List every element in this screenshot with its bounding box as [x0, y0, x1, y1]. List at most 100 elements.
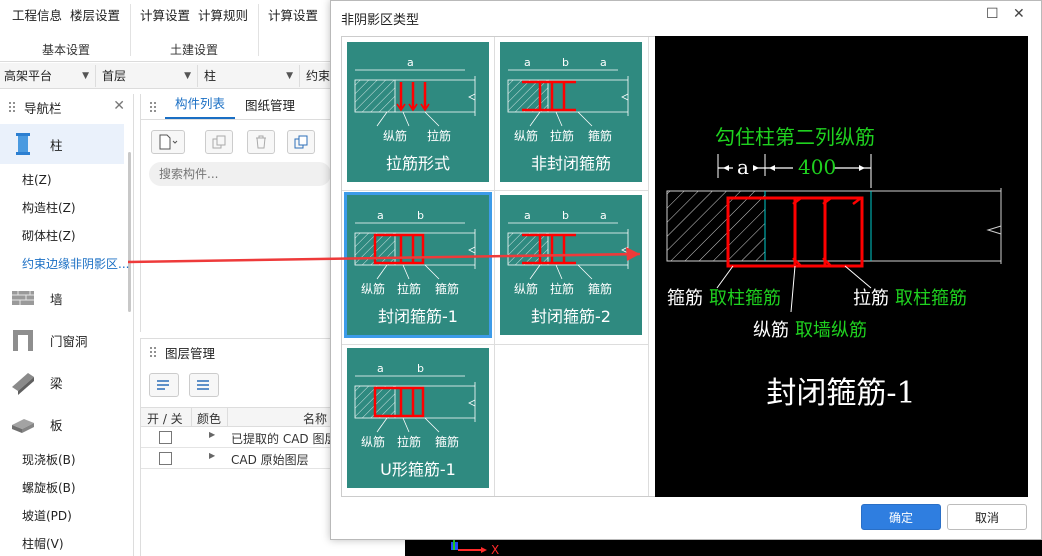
- nav-category-wall[interactable]: 墙: [0, 278, 124, 318]
- layer-header: 图层管理: [141, 339, 330, 365]
- rebar-tag-label: 纵筋: [361, 434, 385, 449]
- col-onoff: 开 / 关: [147, 412, 183, 426]
- subcategory-value: 约束: [306, 69, 331, 83]
- dim-label: b: [417, 362, 424, 375]
- non-shadow-type-dialog: 非阴影区类型 ☐ ✕ a 纵筋 拉筋 拉筋形式 a b a 纵筋 拉筋 箍筋 非封闭箍筋 a b 纵筋 拉筋…: [330, 0, 1042, 540]
- tab-component-list[interactable]: 构件列表: [165, 93, 236, 119]
- chevron-down-icon: ▼: [82, 71, 89, 81]
- nav-category-slab[interactable]: 板: [0, 404, 124, 444]
- trash-icon: [256, 135, 266, 149]
- duplicate-icon: [294, 135, 308, 149]
- nav-category-label: 板: [50, 417, 63, 433]
- rebar-tag-label: 箍筋: [435, 434, 459, 449]
- expand-icon[interactable]: ▶: [209, 451, 215, 460]
- type-card[interactable]: a b 纵筋 拉筋 箍筋 封闭箍筋-1: [344, 192, 492, 338]
- type-card-label: 非封闭箍筋: [530, 154, 611, 173]
- preview-pane: 勾住柱第二列纵筋 a 400 箍筋 取柱箍筋 拉筋 取柱箍筋 纵筋 取墙纵筋 封…: [655, 36, 1028, 497]
- nav-item-cast-slab[interactable]: 现浇板(B): [22, 451, 76, 468]
- nav-category-door-window[interactable]: 门窗洞: [0, 320, 124, 360]
- delete-component-button[interactable]: [247, 130, 275, 154]
- layer-toggle-checkbox[interactable]: [159, 452, 172, 465]
- ribbon-floor-settings[interactable]: 楼层设置: [70, 5, 120, 24]
- type-card[interactable]: a b a 纵筋 拉筋 箍筋 非封闭箍筋: [500, 42, 642, 182]
- col-name: 名称: [303, 412, 328, 426]
- nav-item-column-z[interactable]: 柱(Z): [22, 171, 52, 188]
- layer-table-header: 开 / 关 颜色 名称: [141, 407, 331, 427]
- cad-canvas[interactable]: X: [405, 538, 1042, 556]
- new-component-button[interactable]: [151, 130, 185, 154]
- ribbon-project-info[interactable]: 工程信息: [12, 5, 62, 24]
- rebar-tag-label: 箍筋: [588, 128, 612, 143]
- ribbon-separator: [258, 4, 259, 56]
- floor-type-select[interactable]: 高架平台 ▼: [0, 65, 96, 87]
- component-search-input[interactable]: [149, 162, 331, 186]
- category-select[interactable]: 柱 ▼: [200, 65, 300, 87]
- rebar-tag-label: 拉筋: [427, 128, 451, 143]
- ribbon-calc-settings[interactable]: 计算设置: [140, 5, 190, 24]
- type-card[interactable]: a b 纵筋 拉筋 箍筋 U形箍筋-1: [347, 348, 489, 488]
- layer-management-panel: 图层管理 开 / 关 颜色 名称 ▶ 已提取的 CAD 图层 ▶ CAD 原始图…: [140, 338, 336, 556]
- nav-item-constructional-column[interactable]: 构造柱(Z): [22, 199, 76, 216]
- maximize-icon[interactable]: ☐: [986, 6, 999, 22]
- preview-dim-a: a: [737, 155, 749, 179]
- show-layers-button[interactable]: [149, 373, 179, 397]
- dim-label: a: [524, 56, 531, 69]
- preview-long-white: 纵筋: [753, 320, 789, 341]
- nav-category-column[interactable]: 柱: [0, 124, 124, 164]
- nav-item-column-cap[interactable]: 柱帽(V): [22, 535, 64, 552]
- layer-copy-button[interactable]: [287, 130, 315, 154]
- floor-select[interactable]: 首层 ▼: [98, 65, 198, 87]
- type-card[interactable]: a b a 纵筋 拉筋 箍筋 封闭箍筋-2: [500, 195, 642, 335]
- rebar-tag-label: 纵筋: [383, 128, 407, 143]
- preview-long-green: 取墙纵筋: [795, 320, 867, 341]
- rebar-tag-label: 箍筋: [435, 281, 459, 296]
- dim-label: b: [562, 209, 569, 222]
- nav-category-label: 墙: [50, 291, 63, 307]
- preview-stirrup-white: 箍筋: [667, 288, 703, 309]
- component-tabs: 构件列表 图纸管理: [141, 94, 330, 120]
- copy-component-button[interactable]: [205, 130, 233, 154]
- dim-label: b: [417, 209, 424, 222]
- layer-toggle-checkbox[interactable]: [159, 431, 172, 444]
- close-icon[interactable]: ✕: [113, 98, 125, 114]
- preview-drawing: 勾住柱第二列纵筋 a 400 箍筋 取柱箍筋 拉筋 取柱箍筋 纵筋 取墙纵筋 封…: [666, 125, 1002, 411]
- close-icon[interactable]: ✕: [1013, 6, 1025, 22]
- drag-grip-icon[interactable]: [8, 101, 16, 113]
- nav-scrollbar[interactable]: [128, 152, 131, 312]
- drag-grip-icon[interactable]: [149, 101, 157, 113]
- nav-title: 导航栏: [24, 100, 62, 116]
- hide-layers-button[interactable]: [189, 373, 219, 397]
- tab-drawing-management[interactable]: 图纸管理: [235, 95, 305, 119]
- type-card[interactable]: a 纵筋 拉筋 拉筋形式: [347, 42, 489, 182]
- layers-show-icon: [157, 380, 169, 390]
- dim-label: a: [377, 362, 384, 375]
- expand-icon[interactable]: ▶: [209, 430, 215, 439]
- rebar-tag-label: 拉筋: [550, 128, 574, 143]
- door-window-icon: [13, 330, 33, 351]
- nav-category-beam[interactable]: 梁: [0, 362, 124, 402]
- nav-item-masonry-column[interactable]: 砌体柱(Z): [22, 227, 76, 244]
- layer-row[interactable]: ▶ CAD 原始图层: [141, 449, 331, 469]
- axis-x-label: X: [491, 543, 499, 556]
- nav-item-spiral-slab[interactable]: 螺旋板(B): [22, 479, 76, 496]
- ok-button[interactable]: 确定: [861, 504, 941, 530]
- preview-stirrup-green: 取柱箍筋: [709, 288, 781, 309]
- category-value: 柱: [204, 69, 217, 83]
- preview-dim-value: 400: [798, 155, 836, 179]
- navigation-panel: 导航栏 ✕ 柱 柱(Z) 构造柱(Z) 砌体柱(Z) 约束边缘非阴影区... 墙…: [0, 94, 134, 556]
- nav-item-ramp[interactable]: 坡道(PD): [22, 507, 72, 524]
- dim-label: a: [600, 56, 607, 69]
- rebar-tag-label: 纵筋: [514, 281, 538, 296]
- cancel-button[interactable]: 取消: [947, 504, 1027, 530]
- nav-category-label: 门窗洞: [50, 333, 88, 349]
- drag-grip-icon[interactable]: [149, 346, 157, 358]
- dialog-title: 非阴影区类型: [341, 13, 420, 28]
- ribbon-calc-rules[interactable]: 计算规则: [198, 5, 248, 24]
- layer-row[interactable]: ▶ 已提取的 CAD 图层: [141, 428, 336, 448]
- subcategory-select[interactable]: 约束: [302, 65, 330, 87]
- component-list-panel: 构件列表 图纸管理: [140, 94, 331, 332]
- dim-label: a: [377, 209, 384, 222]
- nav-item-boundary-nonshadow[interactable]: 约束边缘非阴影区...: [22, 255, 129, 272]
- preview-title: 封闭箍筋-1: [766, 376, 915, 411]
- ribbon-calc-settings-2[interactable]: 计算设置: [268, 5, 318, 24]
